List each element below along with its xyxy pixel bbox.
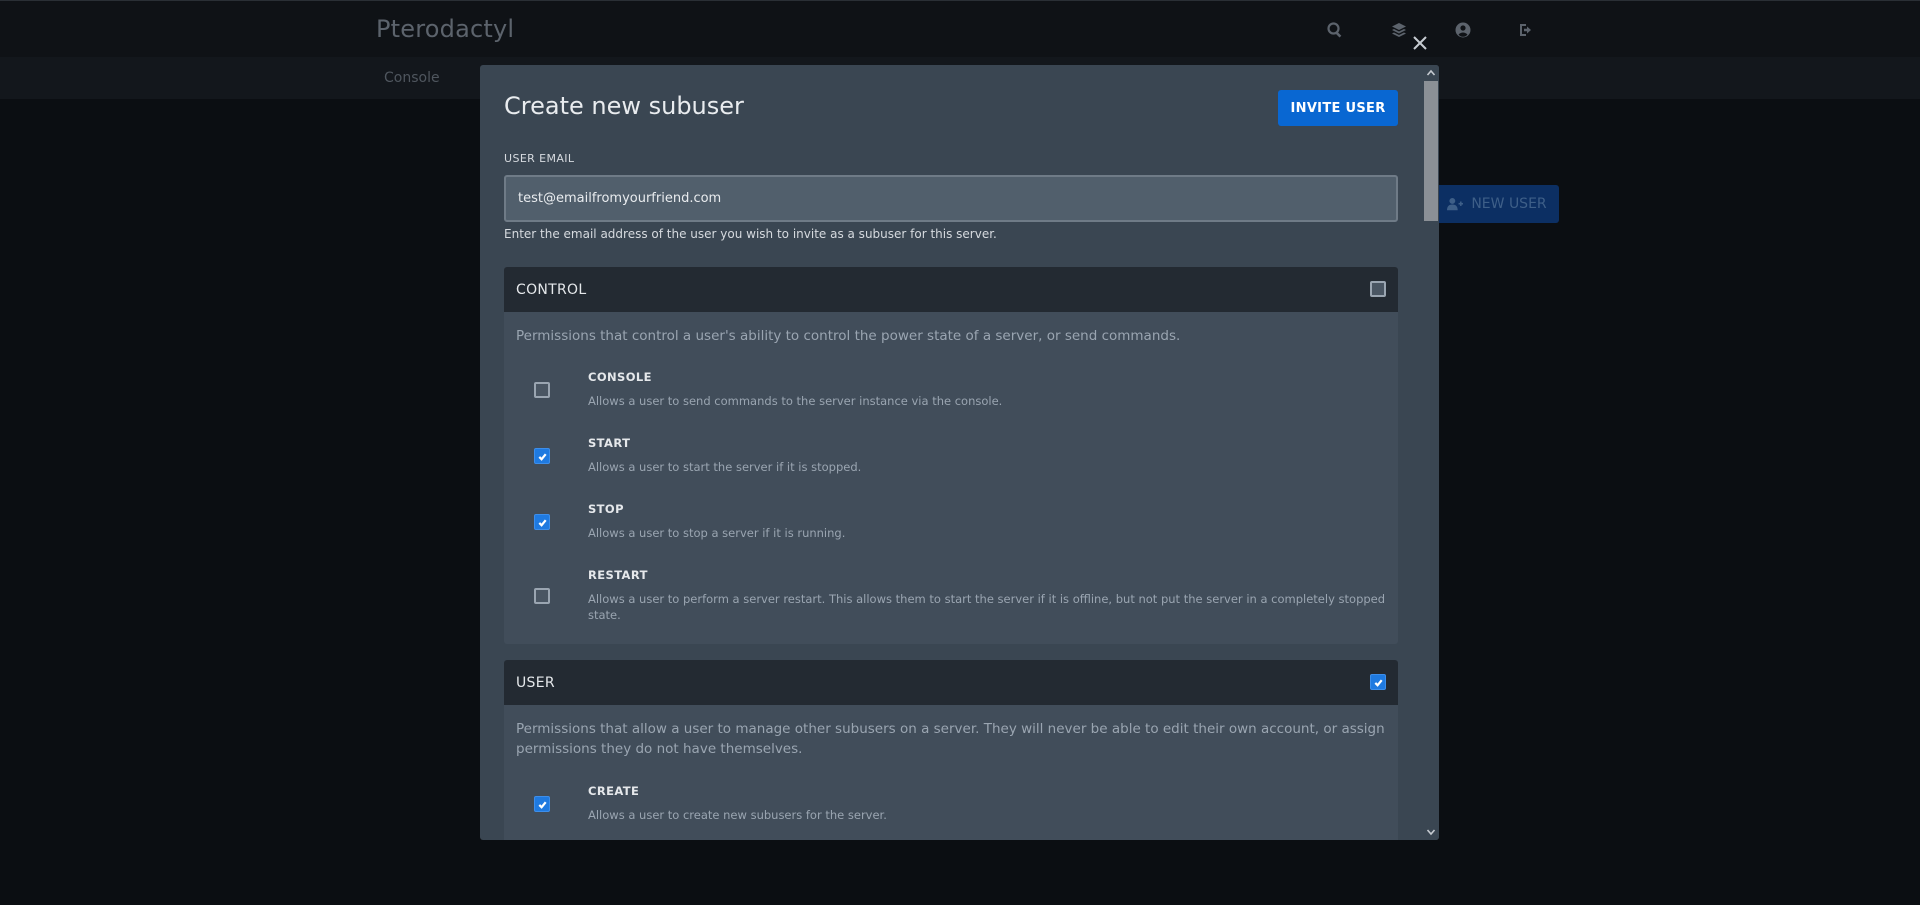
modal-title: Create new subuser <box>504 92 744 120</box>
modal-scrollbar[interactable] <box>1423 65 1439 840</box>
subnav-item-console[interactable]: Console <box>384 70 440 86</box>
permission-checkbox[interactable] <box>534 514 550 530</box>
permission-description: Allows a user to start the server if it … <box>588 460 862 474</box>
user-email-label: USER EMAIL <box>504 152 575 165</box>
permission-name: START <box>588 436 631 450</box>
close-icon[interactable] <box>1410 33 1430 53</box>
top-navbar: Pterodactyl <box>0 0 1920 57</box>
check-icon <box>538 801 547 809</box>
scrollbar-thumb[interactable] <box>1424 81 1438 221</box>
permission-group-description: Permissions that allow a user to manage … <box>516 721 1385 757</box>
permission-description: Allows a user to create new subusers for… <box>588 808 887 822</box>
user-plus-icon <box>1447 197 1464 211</box>
select-all-checkbox[interactable] <box>1370 281 1386 297</box>
permission-group-header: CONTROL <box>504 267 1398 312</box>
select-all-checkbox[interactable] <box>1370 674 1386 690</box>
scroll-down-icon[interactable] <box>1426 827 1436 837</box>
search-icon[interactable] <box>1326 21 1344 39</box>
check-icon <box>538 519 547 527</box>
permission-item-create: CREATE Allows a user to create new subus… <box>534 784 1374 824</box>
permission-description: Allows a user to stop a server if it is … <box>588 526 846 540</box>
check-icon <box>1374 679 1383 687</box>
permission-group-title: USER <box>516 674 555 691</box>
user-email-help: Enter the email address of the user you … <box>504 227 997 241</box>
layers-icon[interactable] <box>1390 21 1408 39</box>
permission-group-description: Permissions that control a user's abilit… <box>516 328 1181 344</box>
create-subuser-modal: Create new subuser INVITE USER USER EMAI… <box>480 65 1439 840</box>
permission-name: CONSOLE <box>588 370 652 384</box>
permission-checkbox[interactable] <box>534 796 550 812</box>
permission-item-console: CONSOLE Allows a user to send commands t… <box>534 370 1374 410</box>
permission-item-stop: STOP Allows a user to stop a server if i… <box>534 502 1374 542</box>
permission-description: Allows a user to perform a server restar… <box>588 592 1386 622</box>
modal-content: Create new subuser INVITE USER USER EMAI… <box>480 65 1423 840</box>
permission-name: STOP <box>588 502 624 516</box>
permission-item-restart: RESTART Allows a user to perform a serve… <box>534 568 1385 624</box>
permission-item-start: START Allows a user to start the server … <box>534 436 1374 476</box>
app-logo[interactable]: Pterodactyl <box>376 15 514 43</box>
permission-group-header: USER <box>504 660 1398 705</box>
scroll-up-icon[interactable] <box>1426 68 1436 78</box>
user-circle-icon[interactable] <box>1454 21 1472 39</box>
permission-checkbox[interactable] <box>534 588 550 604</box>
invite-user-button[interactable]: INVITE USER <box>1278 90 1398 126</box>
permission-description: Allows a user to send commands to the se… <box>588 394 1003 408</box>
new-user-button-label: NEW USER <box>1471 196 1547 212</box>
permission-group-user: USER Permissions that allow a user to ma… <box>504 660 1398 840</box>
permission-group-control: CONTROL Permissions that control a user'… <box>504 267 1398 644</box>
user-email-input[interactable] <box>504 175 1398 222</box>
permission-checkbox[interactable] <box>534 448 550 464</box>
permission-checkbox[interactable] <box>534 382 550 398</box>
permission-name: CREATE <box>588 784 640 798</box>
permission-group-title: CONTROL <box>516 281 587 298</box>
check-icon <box>538 453 547 461</box>
sign-out-icon[interactable] <box>1518 21 1536 39</box>
permission-name: RESTART <box>588 568 648 582</box>
new-user-button[interactable]: NEW USER <box>1435 185 1559 223</box>
